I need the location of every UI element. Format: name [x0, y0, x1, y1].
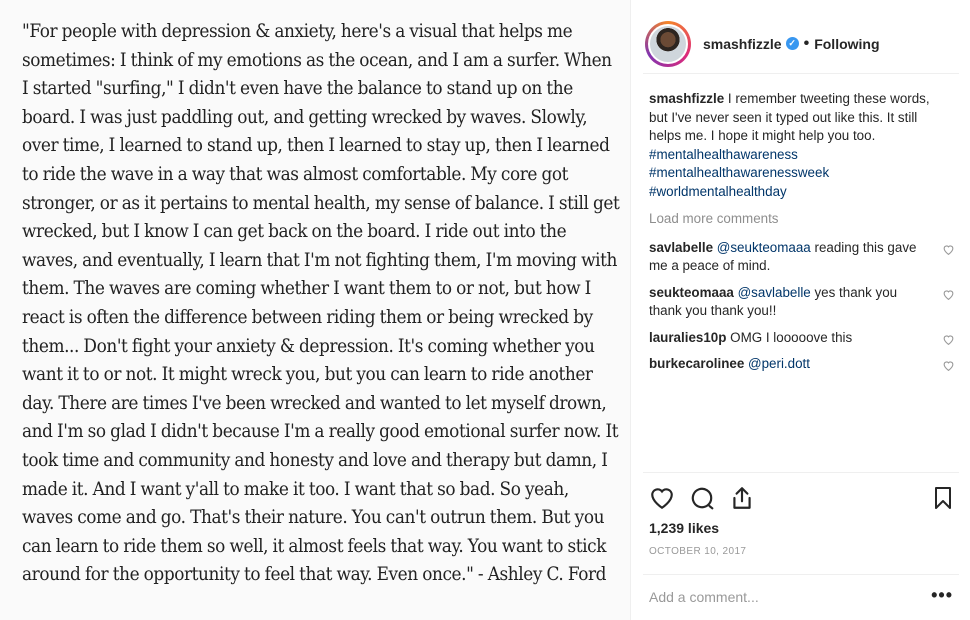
comments-section: smashfizzle I remember tweeting these wo…: [649, 90, 954, 382]
hashtag-link[interactable]: #worldmentalhealthday: [649, 183, 949, 202]
comment-like-icon[interactable]: [942, 333, 955, 346]
comment-item: lauralies10p OMG I looooove this: [649, 329, 954, 348]
caption-username[interactable]: smashfizzle: [649, 91, 724, 106]
load-more-comments[interactable]: Load more comments: [649, 210, 949, 229]
comment-like-icon[interactable]: [942, 359, 955, 372]
comment-username[interactable]: savlabelle: [649, 240, 713, 255]
comment-icon[interactable]: [689, 485, 715, 511]
verified-icon: ✓: [785, 37, 799, 50]
comment-mention[interactable]: @seukteomaaa: [717, 240, 811, 255]
comment-username[interactable]: lauralies10p: [649, 330, 726, 345]
comment-item: burkecarolinee @peri.dott: [649, 355, 954, 374]
comment-like-icon[interactable]: [942, 243, 955, 256]
bookmark-icon[interactable]: [931, 485, 955, 511]
likes-count[interactable]: 1,239 likes: [649, 520, 719, 536]
header-separator: •: [803, 34, 810, 52]
comment-username[interactable]: burkecarolinee: [649, 356, 744, 371]
more-icon[interactable]: •••: [931, 585, 953, 606]
comment-mention[interactable]: @peri.dott: [748, 356, 810, 371]
add-comment-bar: •••: [643, 574, 959, 620]
hashtag-link[interactable]: #mentalhealthawarenessweek: [649, 164, 949, 183]
caption: smashfizzle I remember tweeting these wo…: [649, 90, 949, 201]
comment-item: savlabelle @seukteomaaa reading this gav…: [649, 239, 954, 276]
share-icon[interactable]: [729, 485, 755, 511]
following-button[interactable]: Following: [814, 36, 879, 52]
heart-icon[interactable]: [649, 485, 675, 511]
post-panel: smashfizzle ✓ • Following smashfizzle I …: [630, 0, 970, 620]
comment-item: seukteomaaa @savlabelle yes thank you th…: [649, 284, 954, 321]
header-username[interactable]: smashfizzle: [703, 36, 782, 52]
action-bar: [643, 472, 959, 522]
post-date: OCTOBER 10, 2017: [649, 546, 747, 557]
avatar[interactable]: [645, 20, 691, 67]
add-comment-input[interactable]: [649, 589, 909, 605]
hashtag-link[interactable]: #mentalhealthawareness: [649, 147, 798, 162]
comment-username[interactable]: seukteomaaa: [649, 285, 734, 300]
comment-mention[interactable]: @savlabelle: [738, 285, 811, 300]
comment-like-icon[interactable]: [942, 288, 955, 301]
post-header: smashfizzle ✓ • Following: [643, 14, 959, 74]
post-image: "For people with depression & anxiety, h…: [0, 0, 630, 620]
quote-text: "For people with depression & anxiety, h…: [22, 21, 620, 586]
comment-text: OMG I looooove this: [730, 329, 853, 345]
